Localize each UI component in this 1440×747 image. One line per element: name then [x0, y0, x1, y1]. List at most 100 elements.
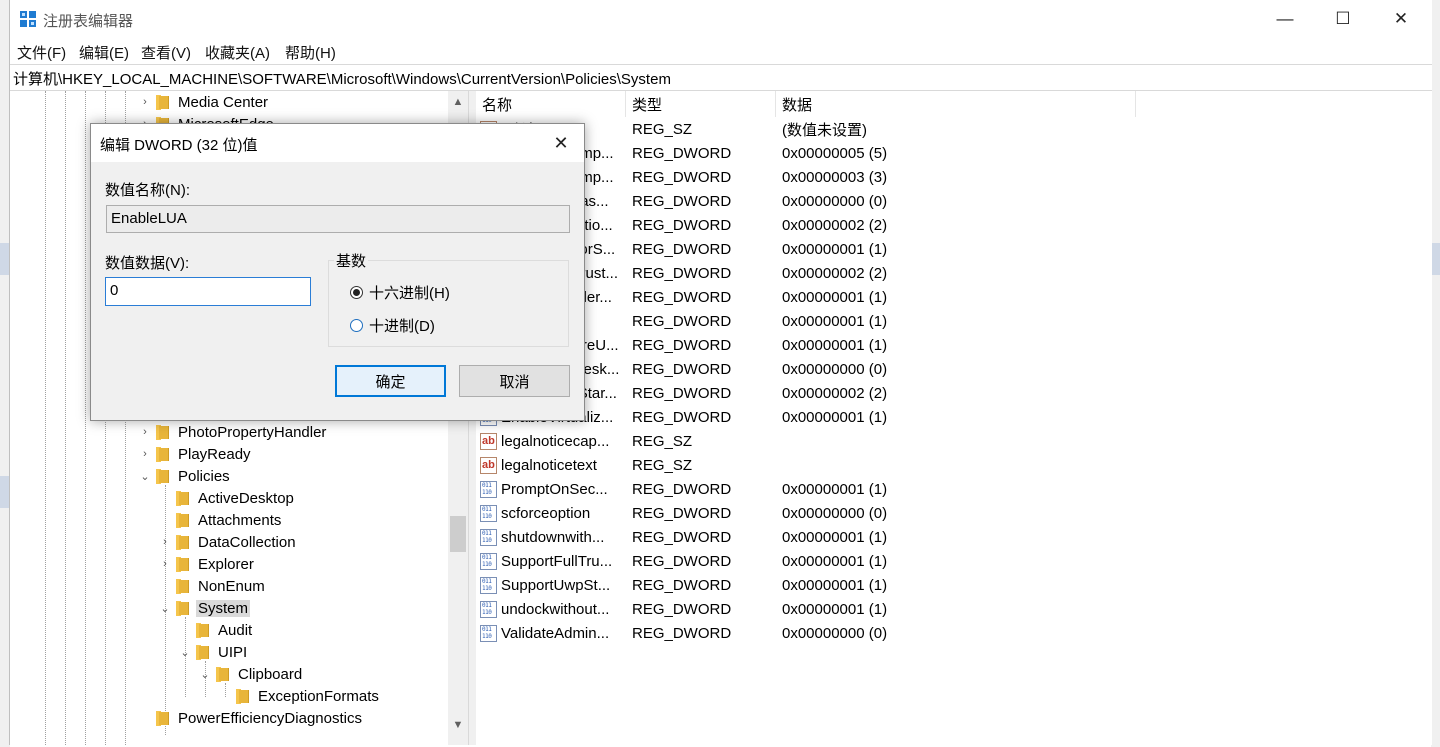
menu-view[interactable]: 查看(V) — [141, 42, 191, 63]
value-data-cell: 0x00000001 (1) — [782, 552, 888, 570]
tree-item-label: PlayReady — [178, 445, 251, 463]
expand-chevron-icon[interactable]: › — [158, 536, 172, 548]
tree-item[interactable]: › PlayReady — [138, 443, 253, 465]
dialog-title: 编辑 DWORD (32 位)值 — [100, 137, 258, 154]
value-row[interactable]: SupportUwpSt... REG_DWORD 0x00000001 (1) — [480, 573, 1082, 597]
dword-value-icon — [480, 600, 497, 618]
tree-item[interactable]: Attachments — [158, 509, 283, 531]
column-header-data[interactable]: 数据 — [776, 91, 1136, 117]
value-data-cell: 0x00000000 (0) — [782, 504, 888, 522]
tree-item[interactable]: ⌄ Policies — [138, 465, 232, 487]
tree-item-label: PowerEfficiencyDiagnostics — [178, 709, 362, 727]
tree-item[interactable]: ⌄ System — [158, 597, 251, 619]
value-row[interactable]: scforceoption REG_DWORD 0x00000000 (0) — [480, 501, 1082, 525]
value-name-cell: scforceoption — [480, 504, 632, 522]
tree-item-label: Policies — [178, 467, 230, 485]
tree-item[interactable]: › Media Center — [138, 91, 270, 113]
value-row[interactable]: ValidateAdmin... REG_DWORD 0x00000000 (0) — [480, 621, 1082, 645]
radio-dec-label: 十进制(D) — [369, 318, 435, 335]
menu-edit[interactable]: 编辑(E) — [79, 42, 129, 63]
tree-guide-line — [85, 91, 86, 745]
tree-item[interactable]: ActiveDesktop — [158, 487, 296, 509]
tree-guide-line — [65, 91, 66, 745]
window-title: 注册表编辑器 — [43, 13, 134, 30]
radio-unselected-icon[interactable] — [350, 319, 363, 332]
expand-chevron-icon[interactable]: ⌄ — [198, 668, 212, 681]
menu-help[interactable]: 帮助(H) — [285, 42, 336, 63]
edit-dword-dialog: 编辑 DWORD (32 位)值 ✕ 数值名称(N): EnableLUA 数值… — [90, 123, 585, 421]
tree-item[interactable]: ⌄ UIPI — [178, 641, 249, 663]
cancel-button[interactable]: 取消 — [459, 365, 570, 397]
expand-chevron-icon[interactable]: ⌄ — [178, 646, 192, 659]
tree-item-label: ExceptionFormats — [258, 687, 379, 705]
tree-scrollbar-thumb[interactable] — [450, 516, 466, 552]
minimize-button[interactable]: — — [1256, 0, 1314, 38]
value-data-cell: 0x00000002 (2) — [782, 384, 888, 402]
menu-favorites[interactable]: 收藏夹(A) — [205, 42, 270, 63]
tree-item[interactable]: PowerEfficiencyDiagnostics — [138, 707, 364, 729]
value-name-label: 数值名称(N): — [105, 182, 190, 199]
value-type-cell: REG_DWORD — [632, 192, 732, 210]
tree-item-label: DataCollection — [198, 533, 296, 551]
value-row[interactable]: legalnoticecap... REG_SZ — [480, 429, 1082, 453]
value-row[interactable]: legalnoticetext REG_SZ — [480, 453, 1082, 477]
value-data-label: 数值数据(V): — [105, 255, 190, 272]
value-name-cell: ValidateAdmin... — [480, 624, 632, 642]
tree-item[interactable]: Audit — [178, 619, 254, 641]
expand-chevron-icon[interactable]: › — [138, 448, 152, 460]
value-data-cell: 0x00000005 (5) — [782, 144, 888, 162]
tree-item[interactable]: › DataCollection — [158, 531, 298, 553]
value-row[interactable]: PromptOnSec... REG_DWORD 0x00000001 (1) — [480, 477, 1082, 501]
expand-chevron-icon[interactable]: › — [138, 96, 152, 108]
menu-file[interactable]: 文件(F) — [17, 42, 66, 63]
value-type-cell: REG_DWORD — [632, 504, 732, 522]
expand-chevron-icon[interactable]: ⌄ — [138, 470, 152, 483]
value-data-input[interactable]: 0 — [105, 277, 311, 306]
value-row[interactable]: undockwithout... REG_DWORD 0x00000001 (1) — [480, 597, 1082, 621]
value-name: ValidateAdmin... — [501, 624, 610, 642]
radio-decimal[interactable]: 十进制(D) — [350, 315, 435, 336]
tree-item[interactable]: ExceptionFormats — [218, 685, 381, 707]
expand-chevron-icon[interactable]: › — [138, 426, 152, 438]
tree-item[interactable]: › PhotoPropertyHandler — [138, 421, 328, 443]
address-path[interactable]: 计算机\HKEY_LOCAL_MACHINE\SOFTWARE\Microsof… — [13, 68, 671, 89]
scroll-up-arrow-icon[interactable]: ▲ — [448, 92, 468, 112]
tree-item[interactable]: ⌄ Clipboard — [198, 663, 304, 685]
folder-icon — [176, 534, 189, 550]
close-button[interactable]: ✕ — [1372, 0, 1430, 38]
value-type-cell: REG_DWORD — [632, 168, 732, 186]
tree-item[interactable]: › Explorer — [158, 553, 256, 575]
scroll-down-arrow-icon[interactable]: ▼ — [448, 715, 468, 735]
column-header-type[interactable]: 类型 — [626, 91, 776, 117]
tree-item-label: PhotoPropertyHandler — [178, 423, 327, 441]
dword-value-icon — [480, 528, 497, 546]
radio-selected-icon[interactable] — [350, 286, 363, 299]
value-row[interactable]: SupportFullTru... REG_DWORD 0x00000001 (1) — [480, 549, 1082, 573]
value-type-cell: REG_DWORD — [632, 216, 732, 234]
value-row[interactable]: shutdownwith... REG_DWORD 0x00000001 (1) — [480, 525, 1082, 549]
folder-icon — [196, 622, 209, 638]
value-type-cell: REG_DWORD — [632, 576, 732, 594]
tree-item-label: Clipboard — [238, 665, 303, 683]
dialog-close-button[interactable]: ✕ — [543, 130, 579, 156]
maximize-button[interactable]: ☐ — [1314, 0, 1372, 38]
tree-item-label: Attachments — [198, 511, 282, 529]
regedit-app-icon — [20, 11, 36, 27]
radio-hexadecimal[interactable]: 十六进制(H) — [350, 282, 450, 303]
expand-chevron-icon[interactable]: › — [158, 558, 172, 570]
value-type-cell: REG_SZ — [632, 432, 693, 450]
tree-item[interactable]: NonEnum — [158, 575, 267, 597]
value-data-cell: 0x00000001 (1) — [782, 240, 888, 258]
folder-icon — [216, 666, 229, 682]
value-data-cell: 0x00000002 (2) — [782, 264, 888, 282]
column-header-name[interactable]: 名称 — [476, 91, 626, 117]
expand-chevron-icon[interactable]: ⌄ — [158, 602, 172, 615]
value-type-cell: REG_DWORD — [632, 624, 732, 642]
tree-item-label: UIPI — [218, 643, 248, 661]
value-data-cell: 0x00000000 (0) — [782, 360, 888, 378]
value-type-cell: REG_SZ — [632, 120, 693, 138]
value-type-cell: REG_DWORD — [632, 552, 732, 570]
ok-button[interactable]: 确定 — [335, 365, 446, 397]
string-value-icon — [480, 456, 497, 474]
folder-icon — [156, 424, 169, 440]
